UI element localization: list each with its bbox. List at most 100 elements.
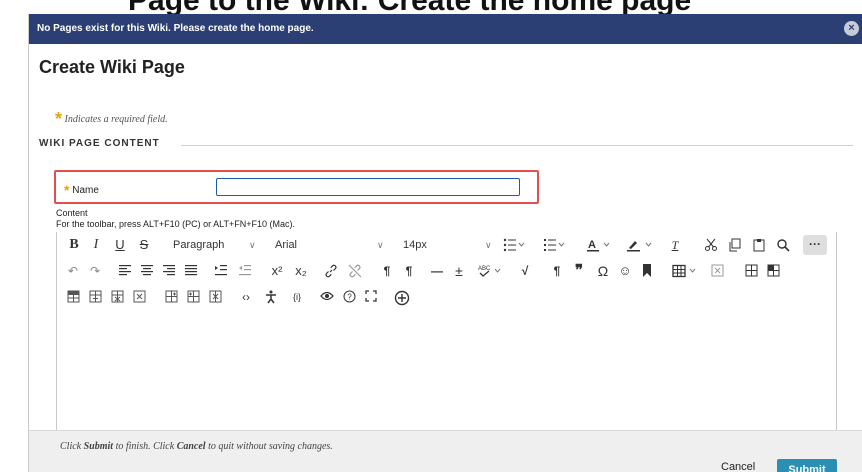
align-center-icon[interactable] — [139, 262, 155, 280]
table-cell-props-icon[interactable] — [765, 262, 781, 280]
rtl-icon[interactable]: ¶ — [401, 262, 417, 280]
italic-icon[interactable]: I — [89, 236, 103, 254]
fullscreen-icon[interactable] — [363, 288, 379, 306]
justify-icon[interactable] — [183, 262, 199, 280]
clear-format-icon[interactable]: T — [667, 236, 683, 254]
insert-column-after-icon[interactable] — [185, 288, 201, 306]
source-code-icon[interactable]: ‹› — [237, 288, 255, 306]
name-input[interactable] — [216, 178, 520, 196]
insert-icon[interactable]: ± — [451, 262, 467, 280]
equation-icon[interactable]: √ — [517, 262, 533, 280]
required-star-icon: * — [64, 182, 70, 198]
close-icon[interactable]: × — [844, 21, 859, 36]
svg-text:?: ? — [347, 293, 352, 302]
font-family-dropdown[interactable]: Arial ∨ — [275, 236, 387, 254]
cancel-button[interactable]: Cancel — [721, 461, 755, 472]
top-caption-text: Page to the Wiki: Create the home page — [128, 0, 691, 14]
special-character-icon[interactable]: Ω — [595, 262, 611, 280]
dialog-footer: Click Submit to finish. Click Cancel to … — [29, 430, 862, 472]
numbered-list-icon[interactable] — [541, 236, 567, 254]
required-star-icon: * — [55, 109, 63, 129]
align-right-icon[interactable] — [161, 262, 177, 280]
font-family-label: Arial — [275, 239, 298, 251]
highlight-color-icon[interactable] — [625, 236, 655, 254]
name-label-text: Name — [72, 185, 99, 196]
align-left-icon[interactable] — [117, 262, 133, 280]
show-blocks-icon[interactable]: ¶ — [549, 262, 565, 280]
delete-column-icon[interactable] — [207, 288, 223, 306]
paragraph-dropdown[interactable]: Paragraph ∨ — [173, 236, 269, 254]
ltr-icon[interactable]: ¶ — [379, 262, 395, 280]
preview-icon[interactable] — [319, 288, 335, 306]
banner-message: No Pages exist for this Wiki. Please cre… — [37, 23, 314, 34]
footer-hint: Click Submit to finish. Click Cancel to … — [60, 441, 333, 452]
underline-icon[interactable]: U — [113, 236, 127, 254]
chevron-down-icon: ∨ — [377, 240, 384, 250]
accessibility-icon[interactable] — [263, 288, 279, 306]
rich-text-editor[interactable]: B I U S Paragraph ∨ Arial ∨ 14px ∨ A T ·… — [56, 232, 837, 442]
help-icon[interactable]: ? — [341, 288, 357, 306]
footer-hint-cancel: Cancel — [176, 441, 206, 452]
footer-hint-submit: Submit — [83, 441, 114, 452]
insert-row-after-icon[interactable] — [87, 288, 103, 306]
subscript-icon[interactable]: x₂ — [291, 262, 311, 280]
text-color-icon[interactable]: A — [585, 236, 613, 254]
toolbar-row-2: ↶ ↷ x² x₂ ¶ ¶ — ± ABC √ ¶ ❞ Ω ☺ — [57, 258, 838, 284]
paragraph-dropdown-label: Paragraph — [173, 239, 225, 251]
notice-banner: No Pages exist for this Wiki. Please cre… — [29, 14, 862, 44]
table-row-props-icon[interactable] — [743, 262, 759, 280]
table-icon[interactable] — [671, 262, 701, 280]
content-label: Content For the toolbar, press ALT+F10 (… — [56, 208, 295, 230]
chevron-down-icon: ∨ — [485, 240, 492, 250]
footer-hint-suffix: to quit without saving changes. — [205, 441, 333, 452]
horizontal-line-icon[interactable]: — — [429, 262, 445, 280]
insert-column-before-icon[interactable] — [163, 288, 179, 306]
search-icon[interactable] — [775, 236, 791, 254]
name-field-highlight: * Name — [54, 170, 539, 204]
delete-row-icon[interactable] — [109, 288, 125, 306]
font-size-label: 14px — [403, 239, 427, 251]
redo-icon[interactable]: ↷ — [87, 262, 103, 280]
blockquote-icon[interactable]: ❞ — [571, 262, 587, 280]
toolbar-row-3: ‹› {i} ? — [57, 284, 838, 310]
strikethrough-icon[interactable]: S — [137, 236, 151, 254]
more-options-button[interactable]: ··· — [803, 235, 827, 255]
bold-icon[interactable]: B — [67, 236, 81, 254]
submit-button[interactable]: Submit — [777, 459, 837, 472]
toolbar-row-1: B I U S Paragraph ∨ Arial ∨ 14px ∨ A T ·… — [57, 232, 838, 258]
top-caption: Page to the Wiki: Create the home page — [0, 0, 862, 14]
unlink-icon[interactable] — [347, 262, 363, 280]
name-label: * Name — [64, 180, 99, 198]
add-content-icon[interactable] — [393, 288, 411, 306]
bullet-list-icon[interactable] — [501, 236, 527, 254]
insert-row-before-icon[interactable] — [65, 288, 81, 306]
font-size-dropdown[interactable]: 14px ∨ — [403, 236, 495, 254]
toolbar-hint: For the toolbar, press ALT+F10 (PC) or A… — [56, 219, 296, 229]
footer-hint-prefix: Click — [60, 441, 84, 452]
copy-icon[interactable] — [727, 236, 743, 254]
page-title: Create Wiki Page — [39, 57, 185, 77]
superscript-icon[interactable]: x² — [267, 262, 287, 280]
section-divider — [181, 145, 853, 146]
table-delete-icon[interactable] — [709, 262, 725, 280]
footer-hint-mid: to finish. Click — [113, 441, 177, 452]
bookmark-icon[interactable] — [639, 262, 655, 280]
paste-icon[interactable] — [751, 236, 767, 254]
section-heading: WIKI PAGE CONTENT — [39, 138, 160, 149]
emoticon-icon[interactable]: ☺ — [617, 262, 633, 280]
chevron-down-icon: ∨ — [249, 240, 256, 250]
content-label-text: Content — [56, 208, 88, 218]
svg-text:A: A — [588, 239, 596, 251]
row-props-icon[interactable] — [131, 288, 147, 306]
undo-icon[interactable]: ↶ — [65, 262, 81, 280]
spellcheck-icon[interactable]: ABC — [477, 262, 505, 280]
required-note-text: Indicates a required field. — [64, 114, 168, 125]
outdent-icon[interactable] — [237, 262, 253, 280]
create-wiki-page-dialog: No Pages exist for this Wiki. Please cre… — [28, 14, 862, 472]
math-formula-icon[interactable]: {i} — [287, 288, 307, 306]
link-icon[interactable] — [323, 262, 339, 280]
required-note: * Indicates a required field. — [55, 106, 168, 129]
cut-icon[interactable] — [703, 236, 719, 254]
page: Page to the Wiki: Create the home page N… — [0, 0, 862, 472]
indent-icon[interactable] — [213, 262, 229, 280]
